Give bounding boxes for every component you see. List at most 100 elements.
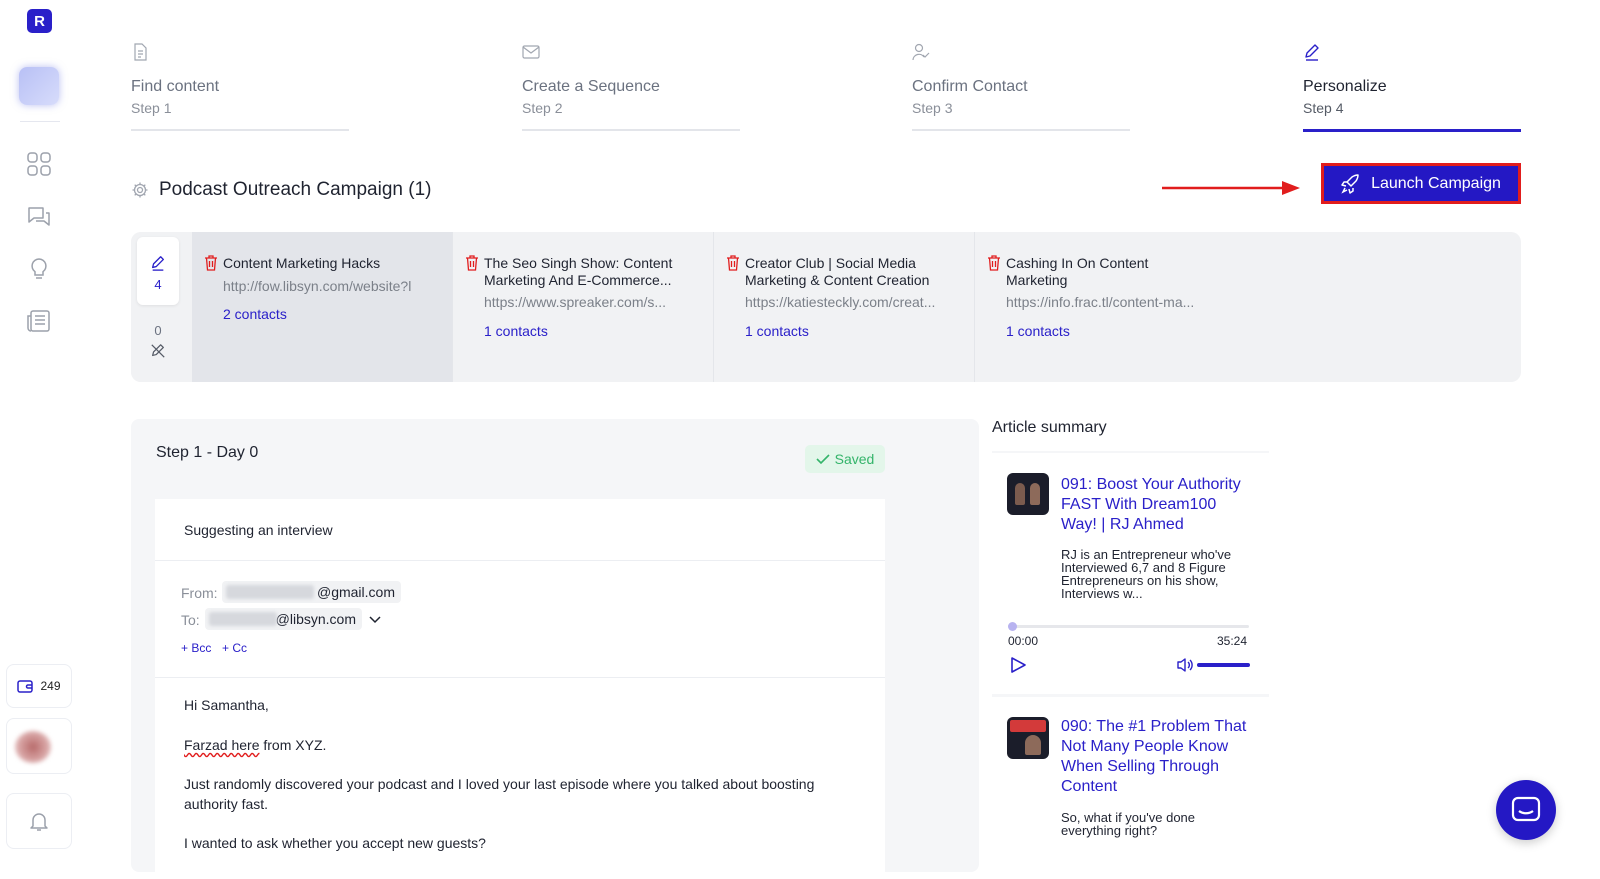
stepper: Find content Step 1 Create a Sequence St… bbox=[131, 40, 1521, 135]
article-title-link[interactable]: 091: Boost Your Authority FAST With Drea… bbox=[1061, 475, 1256, 535]
wallet-icon bbox=[17, 680, 34, 693]
from-address[interactable]: @gmail.com bbox=[222, 581, 401, 603]
rocket-icon bbox=[1341, 173, 1359, 194]
saved-badge: Saved bbox=[805, 445, 885, 473]
volume-slider[interactable] bbox=[1197, 663, 1250, 667]
content-card-url: https://www.spreaker.com/s... bbox=[484, 294, 667, 310]
content-card[interactable]: Cashing In On Content Marketing https://… bbox=[975, 232, 1236, 382]
bell-icon bbox=[30, 813, 48, 831]
redacted-text bbox=[209, 612, 277, 626]
redacted-text bbox=[226, 585, 314, 599]
user-avatar[interactable] bbox=[6, 718, 72, 774]
add-bcc-link[interactable]: + Bcc bbox=[181, 641, 211, 655]
document-icon bbox=[134, 43, 147, 61]
step-title: Personalize bbox=[1303, 78, 1387, 95]
article-title-link[interactable]: 090: The #1 Problem That Not Many People… bbox=[1061, 717, 1256, 797]
content-card-title: Content Marketing Hacks bbox=[223, 255, 381, 271]
content-card-url: https://katiesteckly.com/creat... bbox=[745, 294, 936, 310]
audio-progress-knob[interactable] bbox=[1008, 622, 1017, 631]
credits-badge[interactable]: 249 bbox=[6, 664, 72, 708]
article-item[interactable]: 091: Boost Your Authority FAST With Drea… bbox=[992, 453, 1269, 694]
audio-current-time: 00:00 bbox=[1008, 634, 1039, 648]
email-paragraph[interactable]: I wanted to ask whether you accept new g… bbox=[184, 833, 864, 853]
content-card-contacts-link[interactable]: 1 contacts bbox=[745, 323, 809, 339]
chat-bubble-icon bbox=[1511, 796, 1541, 822]
step-create-sequence[interactable]: Create a Sequence Step 2 bbox=[522, 40, 740, 133]
chat-icon[interactable] bbox=[26, 204, 52, 230]
article-summary-title: Article summary bbox=[992, 419, 1107, 436]
chat-support-button[interactable] bbox=[1496, 780, 1556, 840]
email-intro[interactable]: Farzad here from XYZ. bbox=[184, 735, 864, 755]
trash-icon[interactable] bbox=[726, 255, 740, 271]
sequence-step-label: Step 1 - Day 0 bbox=[156, 444, 259, 461]
user-check-icon bbox=[912, 43, 930, 61]
spellcheck-word: Farzad here bbox=[184, 737, 260, 753]
edited-count-tile[interactable]: 4 bbox=[137, 237, 179, 305]
annotation-arrow bbox=[1162, 181, 1300, 195]
step-subtitle: Step 3 bbox=[912, 100, 953, 116]
to-address[interactable]: @libsyn.com bbox=[205, 608, 362, 630]
app-logo[interactable]: R bbox=[27, 9, 52, 33]
step-progress-line bbox=[522, 129, 740, 131]
email-greeting[interactable]: Hi Samantha, bbox=[184, 695, 864, 715]
audio-progress-track[interactable] bbox=[1008, 625, 1249, 628]
unedited-count: 0 bbox=[154, 323, 162, 338]
step-subtitle: Step 2 bbox=[522, 100, 563, 116]
to-label: To: bbox=[181, 612, 200, 628]
add-cc-link[interactable]: + Cc bbox=[222, 641, 247, 655]
trash-icon[interactable] bbox=[987, 255, 1001, 271]
article-thumbnail bbox=[1007, 717, 1049, 759]
volume-icon[interactable] bbox=[1177, 657, 1194, 673]
notifications-button[interactable] bbox=[6, 793, 72, 849]
content-card-url: http://fow.libsyn.com/website?l bbox=[223, 278, 412, 294]
sidebar: R 249 bbox=[0, 0, 78, 872]
step-find-content[interactable]: Find content Step 1 bbox=[131, 40, 349, 133]
launch-campaign-label: Launch Campaign bbox=[1371, 174, 1501, 192]
pencil-icon bbox=[152, 256, 164, 271]
edited-count: 4 bbox=[154, 277, 162, 292]
content-card[interactable]: Creator Club | Social Media Marketing & … bbox=[714, 232, 975, 382]
content-card-url: https://info.frac.tl/content-ma... bbox=[1006, 294, 1195, 310]
step-confirm-contact[interactable]: Confirm Contact Step 3 bbox=[912, 40, 1130, 133]
lightbulb-icon[interactable] bbox=[26, 256, 52, 282]
step-personalize[interactable]: Personalize Step 4 bbox=[1303, 40, 1521, 133]
article-description: RJ is an Entrepreneur who've Interviewed… bbox=[1061, 547, 1232, 601]
content-card-contacts-link[interactable]: 2 contacts bbox=[223, 306, 287, 322]
launch-campaign-button[interactable]: Launch Campaign bbox=[1321, 163, 1521, 204]
campaign-title: Podcast Outreach Campaign (1) bbox=[159, 179, 432, 200]
step-subtitle: Step 1 bbox=[131, 100, 172, 116]
step-title: Create a Sequence bbox=[522, 78, 660, 95]
workspace-avatar[interactable] bbox=[19, 67, 59, 105]
audio-duration: 35:24 bbox=[1217, 634, 1248, 648]
article-item[interactable]: 090: The #1 Problem That Not Many People… bbox=[992, 697, 1269, 872]
pencil-icon bbox=[1305, 44, 1319, 61]
content-card-contacts-link[interactable]: 1 contacts bbox=[484, 323, 548, 339]
from-domain: @gmail.com bbox=[316, 584, 395, 600]
email-paragraph[interactable]: Just randomly discovered your podcast an… bbox=[184, 774, 844, 814]
divider bbox=[155, 560, 885, 561]
step-progress-line bbox=[1303, 129, 1521, 132]
to-domain: @libsyn.com bbox=[275, 611, 356, 627]
edit-count-column: 4 0 bbox=[131, 232, 186, 382]
article-description: So, what if you've done everything right… bbox=[1061, 810, 1196, 838]
gear-icon[interactable] bbox=[131, 181, 149, 199]
mail-icon bbox=[522, 45, 540, 59]
content-card[interactable]: Content Marketing Hacks http://fow.libsy… bbox=[192, 232, 453, 382]
step-progress-line bbox=[912, 129, 1130, 131]
content-card-contacts-link[interactable]: 1 contacts bbox=[1006, 323, 1070, 339]
divider bbox=[155, 677, 885, 678]
play-icon[interactable] bbox=[1009, 656, 1027, 674]
credits-count: 249 bbox=[40, 679, 61, 693]
chevron-down-icon[interactable] bbox=[369, 616, 381, 624]
campaign-header: Podcast Outreach Campaign (1) bbox=[131, 179, 431, 201]
pencil-off-icon[interactable] bbox=[150, 343, 166, 359]
grid-icon[interactable] bbox=[26, 151, 52, 177]
email-subject[interactable]: Suggesting an interview bbox=[184, 522, 333, 538]
content-card[interactable]: The Seo Singh Show: Content Marketing An… bbox=[453, 232, 714, 382]
trash-icon[interactable] bbox=[204, 255, 218, 271]
trash-icon[interactable] bbox=[465, 255, 479, 271]
sidebar-divider bbox=[20, 121, 60, 122]
step-title: Find content bbox=[131, 78, 220, 95]
saved-label: Saved bbox=[834, 451, 875, 467]
newspaper-icon[interactable] bbox=[26, 308, 52, 334]
